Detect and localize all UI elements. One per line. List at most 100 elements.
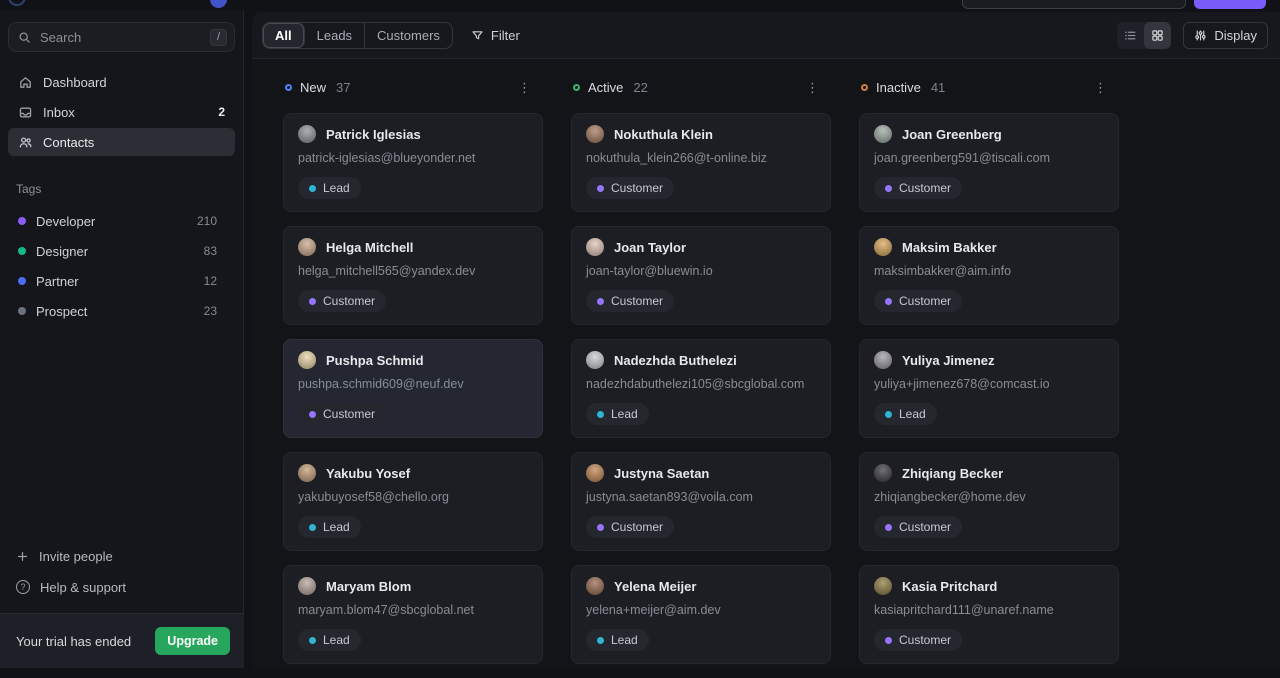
tag-badge: Customer <box>874 516 962 538</box>
column-header: Inactive 41 ⋮ <box>859 77 1119 97</box>
sidebar-tag-partner[interactable]: Partner 12 <box>0 266 243 296</box>
contact-card[interactable]: Maryam Blom maryam.blom47@sbcglobal.net … <box>283 565 543 664</box>
contact-name: Joan Taylor <box>614 240 686 255</box>
contact-email: yakubuyosef58@chello.org <box>298 490 528 504</box>
trial-banner: Your trial has ended Upgrade <box>0 613 244 668</box>
sidebar-item-inbox[interactable]: Inbox 2 <box>8 98 235 126</box>
tag-badge: Lead <box>586 629 649 651</box>
invite-people-label: Invite people <box>39 549 113 564</box>
tab-leads[interactable]: Leads <box>305 23 365 48</box>
tag-label: Customer <box>611 181 663 195</box>
contact-card[interactable]: Kasia Pritchard kasiapritchard111@unaref… <box>859 565 1119 664</box>
status-dot <box>573 84 580 91</box>
user-avatar[interactable] <box>210 0 227 8</box>
column-title: Active <box>588 80 623 95</box>
contact-email: helga_mitchell565@yandex.dev <box>298 264 528 278</box>
contact-card[interactable]: Joan Greenberg joan.greenberg591@tiscali… <box>859 113 1119 212</box>
display-button[interactable]: Display <box>1183 22 1268 49</box>
help-support-button[interactable]: ? Help & support <box>0 576 244 598</box>
contact-card[interactable]: Yelena Meijer yelena+meijer@aim.dev Lead <box>571 565 831 664</box>
tag-color-dot <box>18 247 26 255</box>
contact-name: Kasia Pritchard <box>902 579 997 594</box>
tab-all[interactable]: All <box>263 23 305 48</box>
contact-card[interactable]: Nokuthula Klein nokuthula_klein266@t-onl… <box>571 113 831 212</box>
upgrade-button[interactable]: Upgrade <box>155 627 230 655</box>
tag-label: Lead <box>611 407 638 421</box>
contact-card[interactable]: Zhiqiang Becker zhiqiangbecker@home.dev … <box>859 452 1119 551</box>
tag-label: Lead <box>323 633 350 647</box>
header-primary-button[interactable] <box>1194 0 1266 9</box>
tag-badge: Lead <box>874 403 937 425</box>
contact-card[interactable]: Joan Taylor joan-taylor@bluewin.io Custo… <box>571 226 831 325</box>
contact-name: Patrick Iglesias <box>326 127 421 142</box>
contact-name: Nokuthula Klein <box>614 127 713 142</box>
column-new: New 37 ⋮ Patrick Iglesias patrick-iglesi… <box>283 77 543 678</box>
contact-email: nadezhdabuthelezi105@sbcglobal.com <box>586 377 816 391</box>
sidebar-item-contacts[interactable]: Contacts <box>8 128 235 156</box>
tag-badge: Lead <box>586 403 649 425</box>
tag-label: Lead <box>323 520 350 534</box>
display-label: Display <box>1214 28 1257 43</box>
contact-name: Yakubu Yosef <box>326 466 410 481</box>
app-header <box>0 0 1280 10</box>
tag-count: 12 <box>204 274 217 288</box>
contact-card[interactable]: Patrick Iglesias patrick-iglesias@blueyo… <box>283 113 543 212</box>
view-mode-toggle <box>1117 22 1171 49</box>
contact-name: Joan Greenberg <box>902 127 1002 142</box>
contact-name: Yuliya Jimenez <box>902 353 995 368</box>
plus-icon <box>16 550 29 563</box>
tag-dot <box>309 185 316 192</box>
filter-button[interactable]: Filter <box>471 28 520 43</box>
contact-email: yuliya+jimenez678@comcast.io <box>874 377 1104 391</box>
column-header: New 37 ⋮ <box>283 77 543 97</box>
contact-email: kasiapritchard111@unaref.name <box>874 603 1104 617</box>
sidebar-tag-prospect[interactable]: Prospect 23 <box>0 296 243 326</box>
invite-people-button[interactable]: Invite people <box>0 545 244 567</box>
board-view-button[interactable] <box>1144 22 1171 49</box>
sidebar-tag-designer[interactable]: Designer 83 <box>0 236 243 266</box>
contact-email: maryam.blom47@sbcglobal.net <box>298 603 528 617</box>
sidebar-tag-developer[interactable]: Developer 210 <box>0 206 243 236</box>
column-count: 37 <box>336 80 350 95</box>
contact-card[interactable]: Maksim Bakker maksimbakker@aim.info Cust… <box>859 226 1119 325</box>
tag-dot <box>885 298 892 305</box>
sidebar-item-dashboard[interactable]: Dashboard <box>8 68 235 96</box>
main-toolbar: All Leads Customers Filter <box>252 12 1280 59</box>
contact-email: yelena+meijer@aim.dev <box>586 603 816 617</box>
list-view-icon <box>1124 29 1137 42</box>
app-logo <box>8 0 26 6</box>
contact-avatar <box>874 125 892 143</box>
contact-name: Zhiqiang Becker <box>902 466 1003 481</box>
tag-badge: Customer <box>874 629 962 651</box>
search-input[interactable]: Search / <box>8 22 235 52</box>
tab-customers[interactable]: Customers <box>365 23 452 48</box>
sidebar-item-label: Contacts <box>43 135 94 150</box>
contact-name: Helga Mitchell <box>326 240 413 255</box>
column-active: Active 22 ⋮ Nokuthula Klein nokuthula_kl… <box>571 77 831 678</box>
contact-avatar <box>874 464 892 482</box>
contact-card[interactable]: Pushpa Schmid pushpa.schmid609@neuf.dev … <box>283 339 543 438</box>
column-title: New <box>300 80 326 95</box>
tag-badge: Customer <box>874 177 962 199</box>
list-view-button[interactable] <box>1117 22 1144 49</box>
contact-card[interactable]: Justyna Saetan justyna.saetan893@voila.c… <box>571 452 831 551</box>
column-menu-icon[interactable]: ⋮ <box>1094 81 1107 94</box>
sidebar-item-label: Inbox <box>43 105 75 120</box>
contact-card[interactable]: Yuliya Jimenez yuliya+jimenez678@comcast… <box>859 339 1119 438</box>
column-menu-icon[interactable]: ⋮ <box>806 81 819 94</box>
tag-label: Prospect <box>36 304 87 319</box>
trial-text: Your trial has ended <box>16 634 131 649</box>
contact-email: maksimbakker@aim.info <box>874 264 1104 278</box>
contacts-icon <box>18 135 33 150</box>
contact-avatar <box>874 577 892 595</box>
contact-card[interactable]: Yakubu Yosef yakubuyosef58@chello.org Le… <box>283 452 543 551</box>
column-menu-icon[interactable]: ⋮ <box>518 81 531 94</box>
header-input[interactable] <box>962 0 1186 9</box>
contact-card[interactable]: Helga Mitchell helga_mitchell565@yandex.… <box>283 226 543 325</box>
status-dot <box>861 84 868 91</box>
tag-label: Customer <box>323 294 375 308</box>
home-icon <box>18 75 33 90</box>
tag-label: Lead <box>611 633 638 647</box>
inbox-icon <box>18 105 33 120</box>
contact-card[interactable]: Nadezhda Buthelezi nadezhdabuthelezi105@… <box>571 339 831 438</box>
